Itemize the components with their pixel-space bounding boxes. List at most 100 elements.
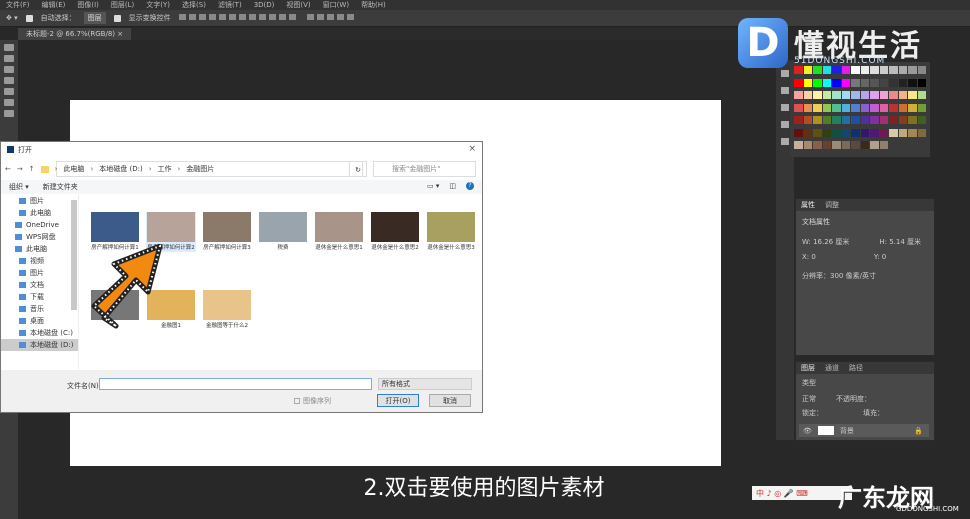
- close-button[interactable]: ×: [468, 144, 476, 154]
- blend-mode[interactable]: 正常: [802, 394, 816, 404]
- ime-toolbar[interactable]: 中 ♪ ◎ 🎤 ⌨: [752, 486, 852, 500]
- nav-item[interactable]: WPS网盘: [1, 231, 78, 243]
- forward-icon[interactable]: →: [17, 165, 23, 173]
- color-swatch[interactable]: [841, 91, 850, 100]
- color-swatch[interactable]: [794, 103, 803, 112]
- color-swatch[interactable]: [879, 91, 888, 100]
- color-swatch[interactable]: [832, 91, 841, 100]
- new-folder-button[interactable]: 新建文件夹: [43, 182, 78, 192]
- refresh-button[interactable]: ↻: [349, 161, 367, 177]
- tab-paths[interactable]: 路径: [849, 363, 863, 373]
- color-swatch[interactable]: [851, 78, 860, 87]
- color-swatch[interactable]: [813, 103, 822, 112]
- color-swatch[interactable]: [898, 91, 907, 100]
- color-swatch[interactable]: [841, 141, 850, 150]
- search-input[interactable]: 搜索"金融图片": [373, 161, 476, 177]
- menu-item[interactable]: 窗口(W): [323, 0, 349, 10]
- menu-item[interactable]: 选择(S): [182, 0, 206, 10]
- color-swatch[interactable]: [851, 91, 860, 100]
- history-icon[interactable]: [781, 70, 789, 77]
- menu-item[interactable]: 编辑(E): [42, 0, 66, 10]
- color-swatch[interactable]: [889, 103, 898, 112]
- color-swatch[interactable]: [898, 103, 907, 112]
- lasso-tool-icon[interactable]: [4, 66, 14, 73]
- height-value[interactable]: H: 5.14 厘米: [879, 237, 921, 247]
- color-swatch[interactable]: [794, 78, 803, 87]
- up-icon[interactable]: ↑: [29, 165, 35, 173]
- menu-item[interactable]: 图层(L): [111, 0, 134, 10]
- color-swatch[interactable]: [813, 141, 822, 150]
- color-swatch[interactable]: [860, 103, 869, 112]
- tab-layers[interactable]: 图层: [801, 363, 815, 373]
- color-swatch[interactable]: [822, 116, 831, 125]
- breadcrumb-item[interactable]: 工作: [158, 164, 172, 174]
- color-swatch[interactable]: [870, 141, 879, 150]
- color-swatch[interactable]: [870, 78, 879, 87]
- eye-icon[interactable]: 👁: [803, 427, 812, 435]
- color-swatch[interactable]: [794, 141, 803, 150]
- marquee-tool-icon[interactable]: [4, 55, 14, 62]
- color-swatch[interactable]: [803, 78, 812, 87]
- color-swatch[interactable]: [813, 128, 822, 137]
- align-icons[interactable]: [178, 14, 299, 22]
- color-swatch[interactable]: [813, 91, 822, 100]
- color-swatch[interactable]: [917, 128, 926, 137]
- tab-adjustments[interactable]: 调整: [825, 200, 839, 210]
- color-swatch[interactable]: [889, 116, 898, 125]
- color-swatch[interactable]: [879, 103, 888, 112]
- eyedropper-tool-icon[interactable]: [4, 99, 14, 106]
- open-button[interactable]: 打开(O): [377, 394, 419, 407]
- menu-item[interactable]: 图像(I): [77, 0, 99, 10]
- back-icon[interactable]: ←: [5, 165, 11, 173]
- color-swatch[interactable]: [803, 141, 812, 150]
- file-item[interactable]: 税费: [258, 212, 308, 252]
- color-swatch[interactable]: [794, 91, 803, 100]
- color-swatch[interactable]: [832, 141, 841, 150]
- color-swatch[interactable]: [879, 116, 888, 125]
- adjust-icon[interactable]: [781, 87, 789, 94]
- color-swatch[interactable]: [898, 116, 907, 125]
- color-swatch[interactable]: [917, 78, 926, 87]
- color-swatch[interactable]: [822, 141, 831, 150]
- color-swatch[interactable]: [803, 116, 812, 125]
- nav-item[interactable]: 视频: [1, 255, 78, 267]
- color-swatch[interactable]: [898, 128, 907, 137]
- color-swatch[interactable]: [832, 78, 841, 87]
- color-swatch[interactable]: [794, 128, 803, 137]
- color-swatch[interactable]: [794, 116, 803, 125]
- nav-item[interactable]: 图片: [1, 267, 78, 279]
- color-swatch[interactable]: [917, 116, 926, 125]
- color-swatch[interactable]: [870, 128, 879, 137]
- help-icon[interactable]: ?: [466, 182, 474, 190]
- menu-item[interactable]: 滤镜(T): [218, 0, 242, 10]
- menu-item[interactable]: 视图(V): [286, 0, 310, 10]
- file-item[interactable]: 金融图等于什么2: [202, 290, 252, 330]
- quick-select-tool-icon[interactable]: [4, 77, 14, 84]
- view-options-icon[interactable]: ▭ ▾: [427, 182, 439, 190]
- auto-select-dropdown[interactable]: 图层: [83, 12, 106, 24]
- brush-tool-icon[interactable]: [4, 110, 14, 117]
- color-swatch[interactable]: [917, 103, 926, 112]
- nav-item[interactable]: 下载: [1, 291, 78, 303]
- color-swatch[interactable]: [841, 78, 850, 87]
- menu-item[interactable]: 帮助(H): [361, 0, 386, 10]
- tab-properties[interactable]: 属性: [801, 200, 815, 210]
- color-swatch[interactable]: [860, 116, 869, 125]
- color-swatch[interactable]: [860, 141, 869, 150]
- nav-item[interactable]: 图片: [1, 195, 78, 207]
- show-transform-checkbox[interactable]: [113, 14, 121, 22]
- breadcrumb-item[interactable]: 本地磁盘 (D:): [99, 164, 142, 174]
- file-item[interactable]: 退休金是什么意思1: [314, 212, 364, 252]
- color-swatch[interactable]: [851, 128, 860, 137]
- nav-item[interactable]: 此电脑: [1, 243, 78, 255]
- breadcrumb-item[interactable]: 此电脑: [63, 164, 84, 174]
- auto-select-checkbox[interactable]: [25, 14, 33, 22]
- file-item[interactable]: 退休金是什么意思2: [370, 212, 420, 252]
- nav-item[interactable]: 桌面: [1, 315, 78, 327]
- menu-item[interactable]: 3D(D): [254, 1, 275, 9]
- menu-item[interactable]: 文件(F): [6, 0, 30, 10]
- width-value[interactable]: W: 16.26 厘米: [802, 237, 849, 247]
- tab-channels[interactable]: 通道: [825, 363, 839, 373]
- menu-item[interactable]: 文字(Y): [146, 0, 170, 10]
- color-swatch[interactable]: [860, 128, 869, 137]
